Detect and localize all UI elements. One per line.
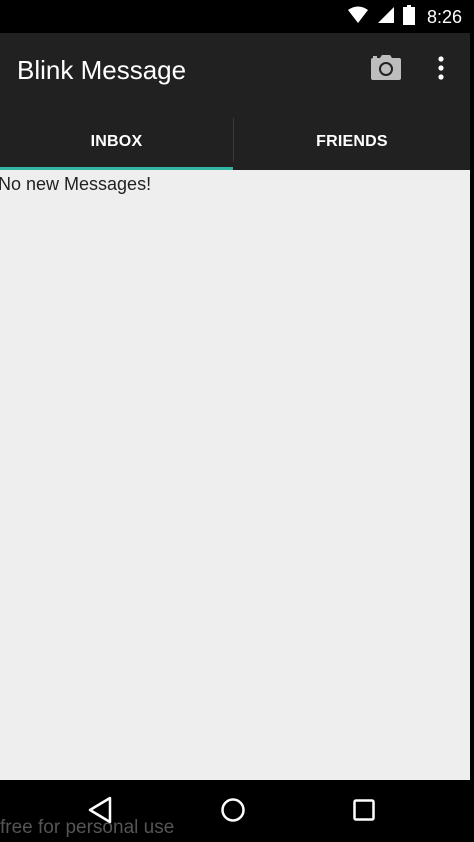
camera-icon	[370, 54, 402, 86]
status-time: 8:26	[426, 6, 462, 27]
tab-inbox[interactable]: INBOX	[0, 113, 233, 170]
recent-apps-icon	[352, 798, 376, 827]
screen-edge	[470, 33, 474, 780]
app-bar: Blink Message	[0, 33, 470, 113]
signal-icon	[377, 6, 395, 29]
tab-inbox-label: INBOX	[90, 132, 143, 150]
recent-apps-button[interactable]	[344, 792, 384, 832]
tab-bar: INBOX FRIENDS	[0, 113, 470, 170]
home-button[interactable]	[213, 792, 253, 832]
overflow-menu-button[interactable]	[428, 53, 454, 87]
status-bar: 8:26	[0, 0, 474, 33]
phone-screen: 8:26 Blink Message INBOX FRIENDS No new …	[0, 0, 474, 842]
tab-friends-label: FRIENDS	[316, 132, 388, 150]
overflow-menu-icon	[438, 55, 444, 85]
status-icons: 8:26	[347, 4, 462, 30]
tab-friends[interactable]: FRIENDS	[234, 113, 470, 170]
inbox-content[interactable]: No new Messages!	[0, 170, 470, 780]
battery-icon	[402, 4, 415, 30]
app-title: Blink Message	[17, 55, 187, 85]
empty-inbox-message: No new Messages!	[0, 174, 152, 194]
wifi-icon	[347, 6, 369, 29]
camera-button[interactable]	[366, 53, 406, 87]
watermark: free for personal use	[0, 817, 175, 838]
home-icon	[220, 797, 246, 828]
